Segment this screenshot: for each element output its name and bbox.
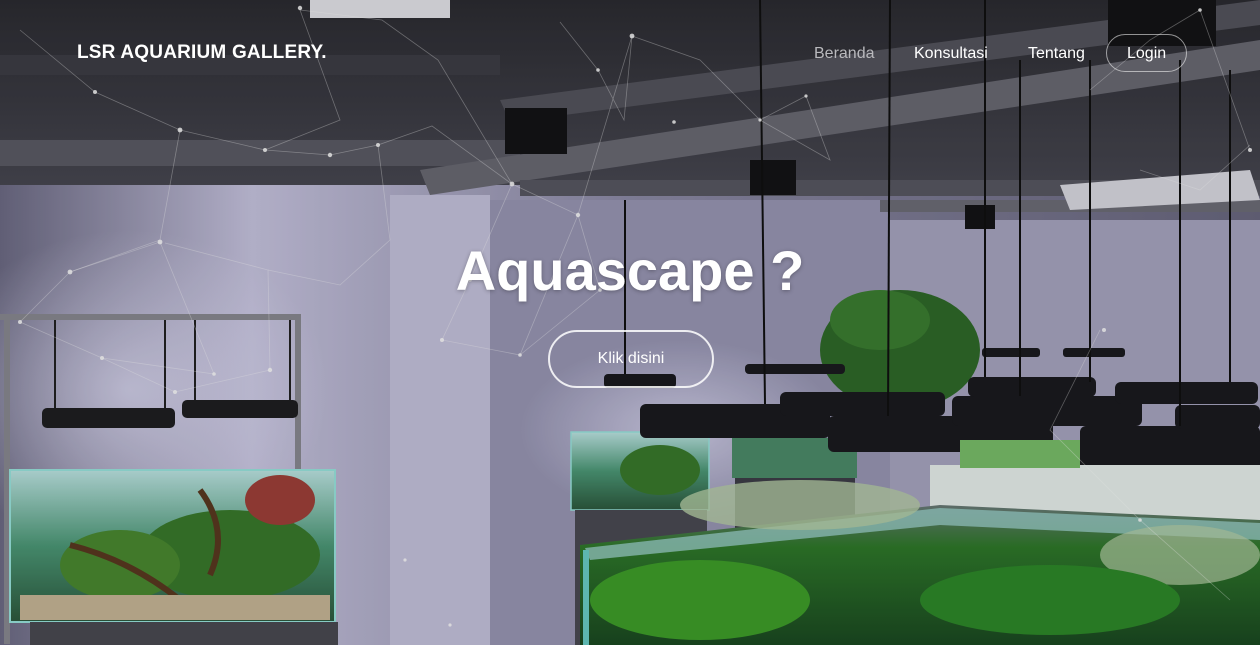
nav-item-konsultasi[interactable]: Konsultasi	[914, 45, 988, 63]
cta-button[interactable]: Klik disini	[548, 330, 714, 388]
login-button[interactable]: Login	[1106, 34, 1188, 72]
nav-item-tentang[interactable]: Tentang	[1028, 45, 1085, 63]
nav-item-beranda[interactable]: Beranda	[814, 45, 875, 63]
main-navigation: Beranda Konsultasi Tentang Login	[0, 34, 1260, 74]
hero-section	[0, 0, 1260, 645]
dark-overlay	[0, 0, 1260, 645]
hero-title: Aquascape ?	[455, 239, 805, 302]
